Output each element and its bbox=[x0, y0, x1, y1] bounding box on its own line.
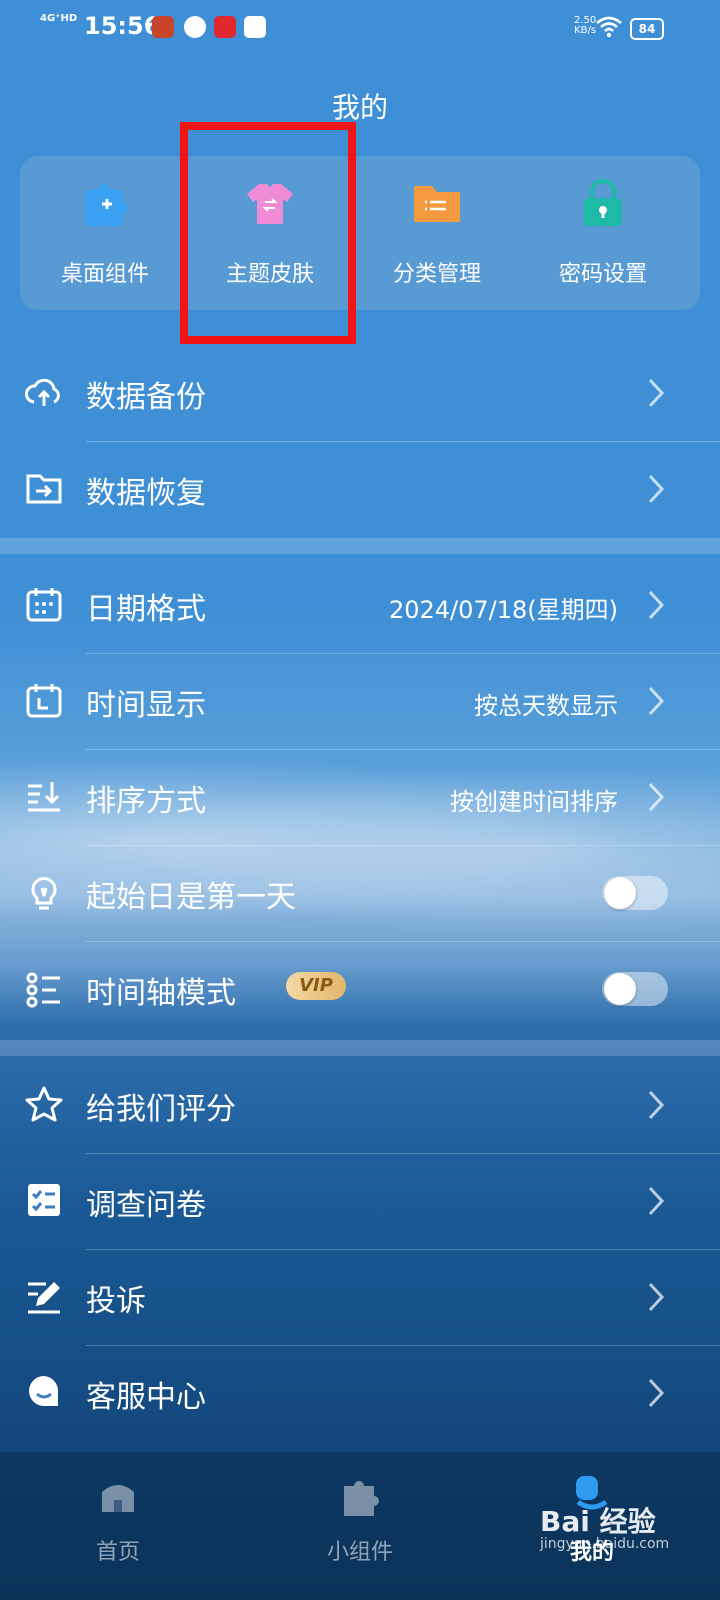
notification-app-icon bbox=[152, 16, 174, 38]
chevron-right-icon bbox=[648, 1090, 665, 1120]
support-icon bbox=[29, 1376, 59, 1406]
list-item-label: 给我们评分 bbox=[86, 1092, 236, 1127]
cloud-upload-icon bbox=[25, 378, 60, 406]
timeline-icon bbox=[26, 972, 60, 1008]
toggle-knob bbox=[604, 877, 636, 909]
quick-action-label: 桌面组件 bbox=[60, 262, 149, 287]
timeline-mode-toggle[interactable] bbox=[602, 972, 668, 1006]
list-item-label: 起始日是第一天 bbox=[86, 880, 296, 915]
tab-home[interactable]: 首页 bbox=[18, 1474, 218, 1566]
folder-import-icon bbox=[26, 474, 62, 504]
puzzle-icon bbox=[344, 1481, 379, 1516]
list-item-survey[interactable]: 调查问卷 bbox=[0, 1154, 720, 1250]
status-bar: 4G⁺HD 15:56 2.50 KB/s 84 bbox=[0, 0, 720, 56]
list-item-label: 时间轴模式 bbox=[86, 976, 236, 1011]
page-title: 我的 bbox=[331, 91, 388, 124]
battery-indicator: 84 bbox=[630, 18, 664, 40]
notification-app-icon bbox=[184, 16, 206, 38]
watermark: Bai 经验 jingyan.baidu.com bbox=[540, 1500, 669, 1552]
chevron-right-icon bbox=[648, 1378, 665, 1408]
edit-icon bbox=[28, 1282, 60, 1314]
watermark-main: Bai 经验 bbox=[540, 1505, 656, 1538]
tab-widgets[interactable]: 小组件 bbox=[260, 1474, 460, 1566]
chevron-right-icon bbox=[648, 474, 665, 504]
chevron-right-icon bbox=[648, 782, 665, 812]
star-icon bbox=[25, 1086, 63, 1122]
checklist-icon bbox=[28, 1184, 60, 1216]
list-item-data-backup[interactable]: 数据备份 bbox=[0, 346, 720, 442]
list-item-start-day-first: 起始日是第一天 bbox=[0, 846, 720, 942]
quick-action-label: 密码设置 bbox=[558, 262, 647, 287]
list-item-label: 数据备份 bbox=[86, 380, 206, 415]
quick-action-desktop-widget[interactable]: 桌面组件 bbox=[20, 176, 190, 288]
highlight-annotation-box bbox=[180, 122, 356, 344]
watermark-sub: jingyan.baidu.com bbox=[540, 1536, 670, 1552]
list-item-label: 日期格式 bbox=[86, 592, 206, 627]
list-item-label: 客服中心 bbox=[86, 1380, 206, 1415]
list-item-label: 数据恢复 bbox=[86, 476, 206, 511]
tab-label: 小组件 bbox=[326, 1540, 393, 1565]
vip-badge: VIP bbox=[286, 972, 346, 1000]
bulb-icon bbox=[31, 877, 57, 910]
folder-icon bbox=[414, 186, 460, 222]
calendar-clock-icon bbox=[26, 684, 62, 718]
list-item-value: 按创建时间排序 bbox=[450, 788, 618, 816]
list-item-label: 排序方式 bbox=[86, 784, 206, 819]
puzzle-icon bbox=[86, 184, 128, 226]
list-item-value: 2024/07/18(星期四) bbox=[388, 596, 618, 624]
list-item-label: 时间显示 bbox=[86, 688, 206, 723]
list-item-rate-us[interactable]: 给我们评分 bbox=[0, 1058, 720, 1154]
toggle-knob bbox=[604, 973, 636, 1005]
chevron-right-icon bbox=[648, 378, 665, 408]
list-item-label: 调查问卷 bbox=[86, 1188, 206, 1223]
quick-action-label: 分类管理 bbox=[392, 262, 481, 287]
chevron-right-icon bbox=[648, 1282, 665, 1312]
wifi-icon bbox=[596, 16, 622, 38]
list-item-time-display[interactable]: 时间显示 按总天数显示 bbox=[0, 654, 720, 750]
home-icon bbox=[102, 1485, 134, 1512]
list-item-complaint[interactable]: 投诉 bbox=[0, 1250, 720, 1346]
lock-icon bbox=[584, 179, 622, 226]
chevron-right-icon bbox=[648, 590, 665, 620]
tab-label: 首页 bbox=[95, 1540, 140, 1565]
list-item-label: 投诉 bbox=[86, 1284, 146, 1319]
chevron-right-icon bbox=[648, 686, 665, 716]
notification-app-icon bbox=[244, 16, 266, 38]
list-item-sort-method[interactable]: 排序方式 按创建时间排序 bbox=[0, 750, 720, 846]
notification-app-icon bbox=[214, 16, 236, 38]
section-gap bbox=[0, 1040, 720, 1056]
list-item-data-restore[interactable]: 数据恢复 bbox=[0, 442, 720, 538]
start-day-toggle[interactable] bbox=[602, 876, 668, 910]
quick-actions-panel: 桌面组件 主题皮肤 分类管理 密码设置 bbox=[20, 156, 700, 310]
chevron-right-icon bbox=[648, 1186, 665, 1216]
list-item-value: 按总天数显示 bbox=[474, 692, 618, 720]
clock: 15:56 bbox=[84, 12, 161, 40]
list-item-timeline-mode: 时间轴模式 VIP bbox=[0, 942, 720, 1038]
network-indicator: 4G⁺HD bbox=[40, 13, 78, 24]
list-item-customer-service[interactable]: 客服中心 bbox=[0, 1346, 720, 1442]
quick-action-password-settings[interactable]: 密码设置 bbox=[518, 176, 688, 288]
speed-unit: KB/s bbox=[574, 25, 597, 36]
calendar-icon bbox=[26, 588, 62, 622]
list-item-date-format[interactable]: 日期格式 2024/07/18(星期四) bbox=[0, 558, 720, 654]
network-speed: 2.50 KB/s bbox=[574, 16, 596, 36]
sort-icon bbox=[28, 782, 60, 812]
quick-action-category-manage[interactable]: 分类管理 bbox=[352, 176, 522, 288]
section-gap bbox=[0, 538, 720, 554]
